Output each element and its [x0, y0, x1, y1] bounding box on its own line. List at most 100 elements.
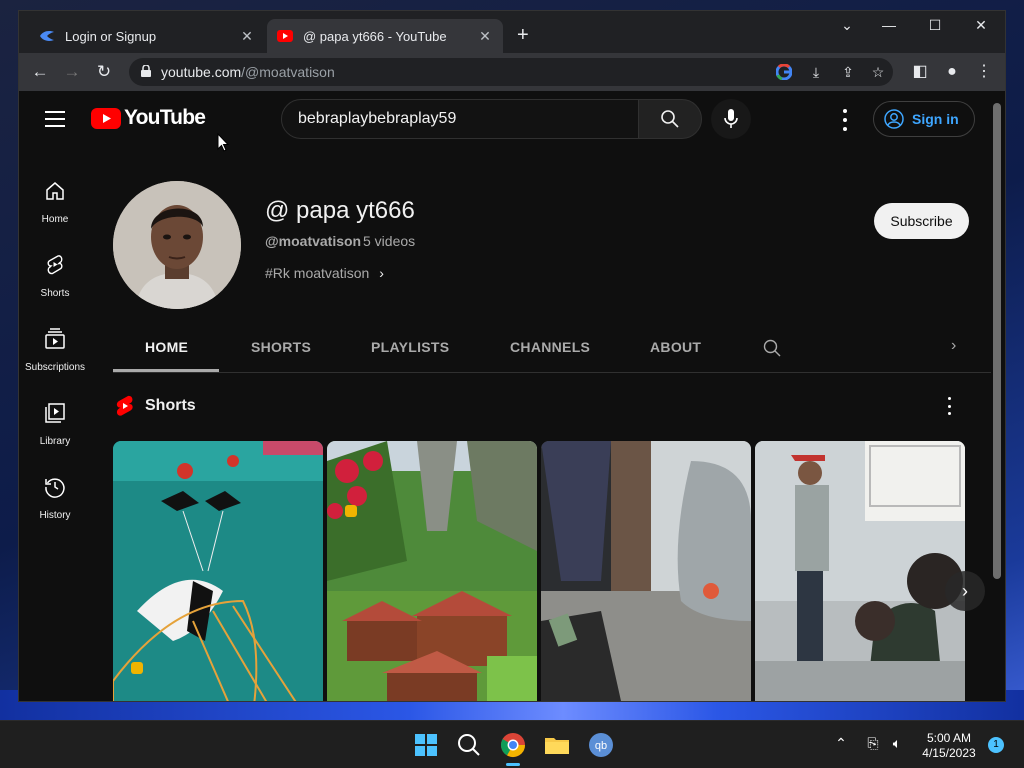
svg-text:qb: qb	[595, 740, 607, 752]
page-scrollbar[interactable]	[993, 103, 1001, 579]
settings-menu-icon[interactable]	[835, 109, 855, 131]
short-thumbnail[interactable]	[755, 441, 965, 701]
home-icon	[46, 182, 64, 200]
clock-time: 5:00 AM	[926, 731, 972, 745]
youtube-logo-icon	[91, 107, 121, 129]
tab-shorts[interactable]: SHORTS	[251, 339, 311, 355]
tab-title: @ papa yt666 - YouTube	[303, 28, 447, 44]
short-thumbnail[interactable]	[113, 441, 323, 701]
shelf-next-arrow-icon[interactable]: ›	[945, 571, 985, 611]
mouse-cursor-icon	[217, 133, 229, 152]
network-icon[interactable]: ⎘	[863, 735, 883, 752]
profile-icon[interactable]: ●	[941, 61, 963, 83]
google-icon[interactable]	[775, 63, 793, 81]
menu-icon[interactable]	[45, 111, 65, 127]
bookmark-star-icon[interactable]: ☆	[869, 64, 887, 80]
active-tab-indicator	[113, 369, 219, 372]
guide-label: Home	[41, 214, 69, 225]
minimize-icon[interactable]: —	[869, 17, 909, 33]
clock-date: 4/15/2023	[922, 746, 976, 760]
guide-item-subscriptions[interactable]: Subscriptions	[19, 327, 91, 373]
channel-search-icon[interactable]	[763, 339, 781, 357]
shelf-title: Shorts	[145, 397, 196, 414]
reload-icon[interactable]: ↻	[93, 61, 115, 83]
search-icon	[661, 110, 679, 128]
short-thumbnail[interactable]	[541, 441, 751, 701]
youtube-icon	[277, 28, 293, 44]
tab-channels[interactable]: CHANNELS	[510, 339, 590, 355]
channel-name: @ papa yt666	[265, 197, 415, 224]
guide-label: Subscriptions	[24, 362, 86, 373]
taskbar: qb ⌃ ⎘ 🔈︎ 5:00 AM 4/15/2023 1	[0, 720, 1024, 768]
file-explorer-icon[interactable]	[543, 731, 571, 759]
chrome-icon[interactable]	[499, 731, 527, 759]
shorts-logo-icon	[116, 395, 133, 416]
back-icon[interactable]: ←	[29, 61, 51, 83]
tab-login[interactable]: Login or Signup ✕	[29, 19, 265, 53]
close-tab-icon[interactable]: ✕	[239, 28, 255, 45]
tab-search-chevron-icon[interactable]: ⌄	[827, 17, 867, 34]
guide-item-shorts[interactable]: Shorts	[19, 253, 91, 299]
lock-icon	[141, 65, 151, 77]
guide-item-home[interactable]: Home	[19, 179, 91, 225]
url-path: /@moatvatison	[241, 64, 335, 80]
tab-title: Login or Signup	[65, 28, 157, 44]
subscriptions-icon	[45, 328, 65, 349]
guide-item-history[interactable]: History	[19, 475, 91, 521]
tab-home[interactable]: HOME	[145, 339, 188, 355]
voice-search-button[interactable]	[711, 99, 751, 139]
window-close-icon[interactable]: ✕	[961, 17, 1001, 34]
library-icon	[45, 403, 65, 423]
active-app-indicator	[506, 763, 520, 766]
url-text: youtube.com/@moatvatison	[161, 64, 335, 80]
guide-item-library[interactable]: Library	[19, 401, 91, 447]
forward-icon[interactable]: →	[61, 61, 83, 83]
sign-in-label: Sign in	[912, 111, 959, 127]
subscribe-button[interactable]: Subscribe	[874, 203, 969, 239]
search-input[interactable]: bebraplaybebraplay59	[281, 99, 639, 139]
shorts-icon	[47, 255, 63, 275]
taskbar-search-icon[interactable]	[455, 731, 483, 759]
account-icon	[884, 109, 904, 129]
side-panel-icon[interactable]: ◧	[909, 61, 931, 83]
microphone-icon	[724, 109, 738, 128]
sign-in-button[interactable]: Sign in	[873, 101, 975, 137]
tabs-next-chevron-icon[interactable]: ›	[951, 337, 956, 355]
close-tab-icon[interactable]: ✕	[477, 28, 493, 45]
video-count: 5 videos	[363, 233, 416, 249]
new-tab-button[interactable]: +	[517, 25, 529, 45]
youtube-logo-text: YouTube	[124, 106, 206, 129]
chevron-up-icon[interactable]: ⌃	[831, 735, 851, 752]
youtube-page: YouTube bebraplaybebraplay59 Sign in Hom…	[19, 91, 1005, 701]
channel-avatar[interactable]	[113, 181, 241, 309]
browser-menu-icon[interactable]: ⋮	[973, 61, 995, 83]
url-host: youtube.com	[161, 64, 242, 80]
tab-youtube[interactable]: @ papa yt666 - YouTube ✕	[267, 19, 503, 53]
tab-playlists[interactable]: PLAYLISTS	[371, 339, 449, 355]
browser-toolbar: ← → ↻ youtube.com/@moatvatison ⤓ ⇪ ☆ ◧ ●…	[19, 53, 1005, 91]
share-icon[interactable]: ⇪	[839, 64, 857, 80]
tab-about[interactable]: ABOUT	[650, 339, 701, 355]
qbittorrent-icon[interactable]: qb	[587, 731, 615, 759]
channel-handle: @moatvatison	[265, 233, 362, 249]
web-app-icon	[39, 28, 55, 44]
guide-label: Shorts	[40, 288, 70, 299]
short-thumbnail[interactable]	[327, 441, 537, 701]
shorts-shelf-header: Shorts	[115, 395, 196, 417]
address-bar[interactable]: youtube.com/@moatvatison ⤓ ⇪ ☆	[129, 58, 893, 86]
search-button[interactable]	[638, 99, 702, 139]
volume-icon[interactable]: 🔈︎	[887, 735, 907, 752]
system-clock[interactable]: 5:00 AM 4/15/2023	[920, 731, 978, 761]
guide-label: Library	[39, 436, 71, 447]
browser-window: Login or Signup ✕ @ papa yt666 - YouTube…	[18, 10, 1006, 702]
channel-tabs: HOME SHORTS PLAYLISTS CHANNELS ABOUT ›	[113, 321, 991, 373]
shelf-menu-icon[interactable]	[945, 397, 953, 415]
notification-badge[interactable]: 1	[988, 737, 1004, 753]
history-icon	[45, 478, 65, 498]
search-query: bebraplaybebraplay59	[298, 110, 457, 127]
maximize-icon[interactable]: ☐	[915, 17, 955, 34]
windows-start-icon[interactable]	[412, 731, 440, 759]
youtube-logo[interactable]: YouTube	[91, 106, 206, 130]
channel-description-link[interactable]: #Rk moatvatison ›	[265, 265, 384, 281]
install-app-icon[interactable]: ⤓	[807, 64, 825, 80]
